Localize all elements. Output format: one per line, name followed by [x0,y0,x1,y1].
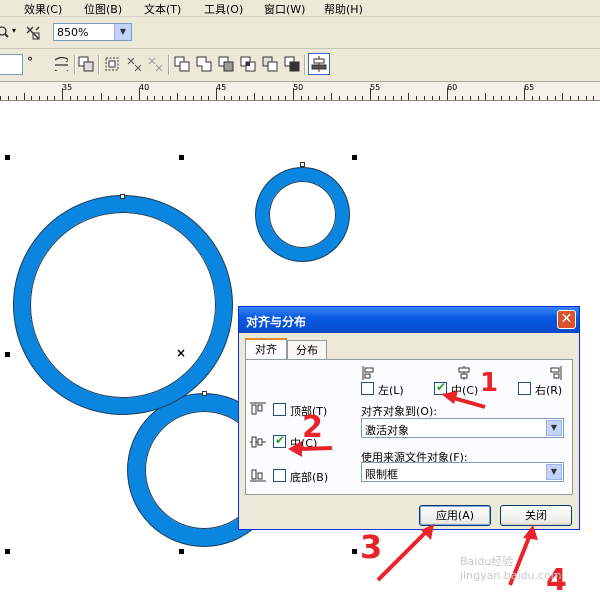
annotation-number: 3 [360,528,383,566]
annotation-arrow [297,446,333,451]
watermark: Baidu经验 jingyan.baidu.com [460,555,562,582]
annotation-arrow [376,528,430,582]
annotation-arrowhead [288,441,302,457]
annotation-number: 1 [480,368,499,398]
annotation-number: 2 [302,410,323,445]
annotation-arrowhead [523,525,538,540]
annotation-arrowhead [441,391,458,404]
annotation-overlay [288,391,538,586]
